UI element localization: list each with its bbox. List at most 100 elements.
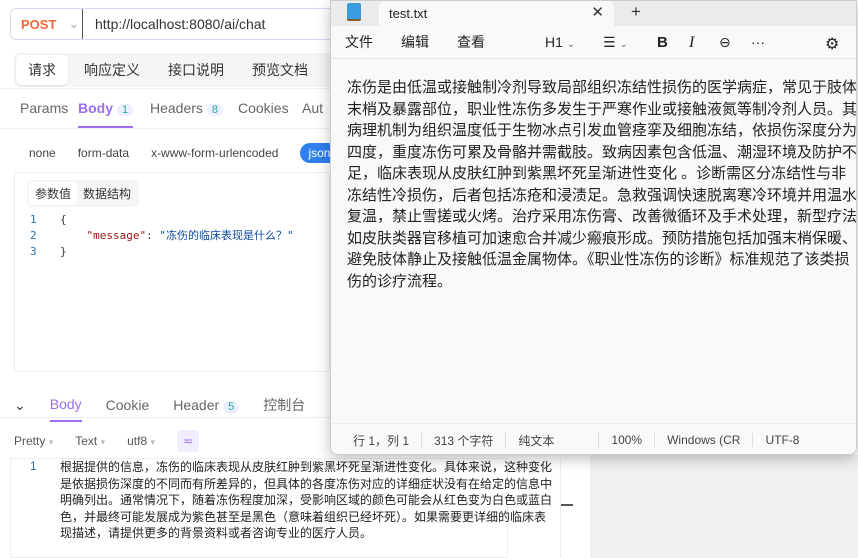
json-value: "冻伤的临床表现是什么？" [159, 229, 294, 242]
close-icon[interactable]: ✕ [591, 3, 604, 21]
divider [0, 417, 330, 418]
text-line: 复温，禁止雪搓或火烤。治疗采用冻伤膏、改善微循环及手术处理，新型疗法 [347, 208, 857, 225]
tab-data-structure[interactable]: 数据结构 [77, 182, 137, 205]
menu-edit[interactable]: 编辑 [401, 32, 429, 52]
zoom-level[interactable]: 100% [599, 433, 656, 447]
chevron-down-icon: ▾ [48, 437, 54, 447]
more-icon[interactable]: ··· [751, 34, 765, 50]
text-line: 末梢及暴露部位，职业性冻伤多发生于严寒作业或接触液氮等制冷剂人员。其 [347, 100, 857, 118]
chevron-down-icon: ⌄ [566, 39, 576, 50]
json-key: "message" [86, 229, 147, 242]
text-line: 四度，重度冻伤可累及骨骼并需截肢。致病因素包含低温、潮湿环境及防护不 [347, 143, 857, 161]
heading-select[interactable]: H1 ⌄ [545, 34, 575, 50]
param-tabs: Params Body 1 Headers 8 Cookies Aut [0, 100, 330, 128]
body-type-none[interactable]: none [29, 146, 56, 160]
method-select[interactable]: POST ⌄ [11, 9, 83, 39]
settings-gear-icon[interactable]: ⚙ [825, 34, 839, 54]
response-line: 色，并最终可能发展成为紫色甚至是黑色（意味着组织已经坏死）。如果需要更详细的临床… [60, 509, 547, 524]
header-count-badge: 5 [223, 401, 240, 413]
text-line: 避免肢体静止及接触低温金属物体。《职业性冻伤的诊断》标准规范了该类损 [347, 251, 850, 268]
encoding-select[interactable]: utf8 ▾ [127, 434, 155, 448]
body-type-urlencoded[interactable]: x-www-form-urlencoded [151, 146, 278, 160]
response-line: 明确列出。通常情况下，随着冻伤程度加深，受影响区域的颜色可能会从红色变为白色或蓝… [60, 493, 553, 508]
notepad-window: test.txt ✕ + 文件 编辑 查看 H1 ⌄ ☰ ⌄ B I ⊖ ··· … [330, 0, 857, 455]
body-type-options: none form-data x-www-form-urlencoded jso… [29, 143, 339, 163]
encoding-status[interactable]: UTF-8 [753, 433, 811, 447]
body-type-form-data[interactable]: form-data [78, 146, 129, 160]
word-wrap-icon[interactable]: ≂ [177, 430, 199, 452]
text-line: 如皮肤类器官移植可加速愈合并减少瘢痕形成。预防措施包括加强末梢保暖、 [347, 229, 857, 247]
body-count-badge: 1 [117, 104, 134, 116]
notepad-app-icon [347, 3, 361, 21]
type-select[interactable]: Text ▾ [75, 434, 105, 448]
response-line: 是依据损伤深度的不同而有所差异的，但具体的各度冻伤对应的详细症状没有在给定的信息… [60, 476, 553, 491]
collapse-chevron-icon[interactable]: ⌄ [14, 397, 26, 414]
background-area [590, 455, 858, 558]
link-icon[interactable]: ⊖ [719, 34, 731, 51]
notepad-text-area[interactable]: 冻伤是由低温或接触制冷剂导致局部组织冻结性损伤的医学病症，常见于肢体 末梢及暴露… [347, 77, 857, 292]
tab-params[interactable]: Params [20, 100, 68, 116]
notepad-tab[interactable]: test.txt ✕ [379, 1, 614, 26]
notepad-statusbar: 行 1，列 1 313 个字符 纯文本 100% Windows (CR UTF… [331, 423, 856, 454]
menu-file[interactable]: 文件 [345, 32, 373, 52]
url-bar: POST ⌄ http://localhost:8080/ai/chat [10, 8, 340, 40]
tab-response-cookie[interactable]: Cookie [106, 397, 150, 413]
response-line: 根据提供的信息，冻伤的临床表现从皮肤红肿到紫黑坏死呈渐进性变化。具体来说，这种变… [60, 460, 553, 474]
new-tab-icon[interactable]: + [631, 2, 641, 22]
code-brace: } [60, 245, 67, 258]
line-number: 3 [30, 245, 37, 258]
text-line: 病理机制为组织温度低于生物冰点引发血管痉挛及细胞冻结，依损伤深度分为 [347, 122, 857, 139]
heading-label: H1 [545, 34, 563, 50]
line-number: 1 [30, 459, 37, 473]
tab-param-values[interactable]: 参数值 [29, 182, 78, 205]
text-line: 冻伤是由低温或接触制冷剂导致局部组织冻结性损伤的医学病症，常见于肢体 [347, 79, 857, 96]
line-ending[interactable]: Windows (CR [655, 433, 754, 447]
json-colon: : [146, 229, 160, 242]
response-text: 根据提供的信息，冻伤的临床表现从皮肤红肿到紫黑坏死呈渐进性变化。具体来说，这种变… [60, 459, 552, 542]
menu-view[interactable]: 查看 [457, 32, 485, 52]
italic-icon[interactable]: I [689, 34, 694, 52]
tab-header-label: Header [173, 397, 220, 413]
divider [0, 128, 330, 129]
format-label: Pretty [14, 434, 46, 448]
scrollbar[interactable] [560, 458, 574, 558]
tab-preview-docs[interactable]: 预览文档 [240, 55, 320, 85]
tab-headers[interactable]: Headers 8 [150, 100, 224, 116]
chevron-down-icon: ▾ [100, 437, 106, 447]
tab-cookies[interactable]: Cookies [238, 100, 289, 116]
tab-response-header[interactable]: Header 5 [173, 397, 240, 413]
response-options: Pretty ▾ Text ▾ utf8 ▾ ≂ [14, 430, 199, 452]
tab-request[interactable]: 请求 [16, 55, 68, 85]
headers-count-badge: 8 [206, 104, 224, 116]
tab-body[interactable]: Body 1 [78, 100, 134, 128]
tab-response-definition[interactable]: 响应定义 [72, 55, 152, 85]
char-count: 313 个字符 [422, 431, 507, 449]
format-select[interactable]: Pretty ▾ [14, 434, 53, 448]
tab-response-body[interactable]: Body [49, 396, 82, 422]
cursor-position: 行 1，列 1 [331, 431, 423, 449]
method-label: POST [21, 16, 57, 32]
text-line: 伤的诊疗流程。 [347, 272, 453, 290]
divider [0, 88, 330, 89]
tab-body-label: Body [78, 100, 113, 116]
text-line: 足，临床表现从皮肤红肿到紫黑坏死呈渐进性变化 。诊断需区分冻结性与非 [347, 165, 847, 182]
format-status[interactable]: 纯文本 [506, 431, 600, 449]
chevron-down-icon: ▾ [150, 437, 155, 447]
type-label: Text [75, 434, 98, 448]
body-subtabs: 参数值 数据结构 [27, 180, 140, 207]
line-number: 2 [30, 229, 37, 242]
tab-console[interactable]: 控制台 [263, 395, 305, 415]
line-number: 1 [30, 213, 37, 226]
url-input[interactable]: http://localhost:8080/ai/chat [83, 16, 265, 32]
tab-api-docs[interactable]: 接口说明 [156, 55, 236, 85]
bold-icon[interactable]: B [657, 34, 668, 51]
chevron-down-icon: ⌄ [68, 16, 80, 31]
encoding-label: utf8 [127, 434, 148, 448]
json-code-editor[interactable]: 1 { 2 "message": "冻伤的临床表现是什么？" 3} [30, 212, 294, 260]
tab-auth[interactable]: Aut [302, 100, 323, 116]
code-brace: { [60, 213, 67, 226]
top-tabs: 请求 响应定义 接口说明 预览文档 M [14, 53, 362, 87]
tab-title: test.txt [389, 6, 428, 21]
list-icon[interactable]: ☰ ⌄ [603, 34, 628, 51]
response-line: 现描述，请提供更多的背景资料或者咨询专业的医疗人员。 [60, 526, 373, 541]
